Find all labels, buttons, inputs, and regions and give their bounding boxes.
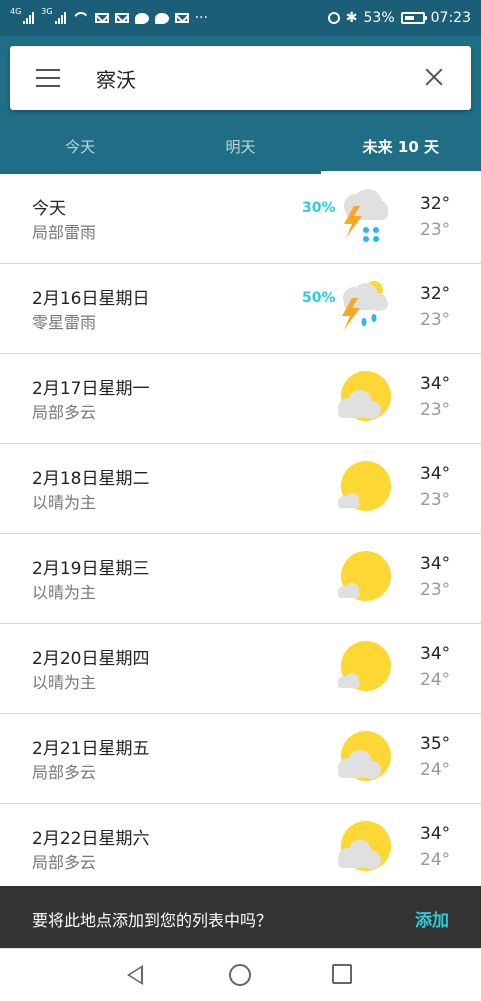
close-icon[interactable] xyxy=(419,62,449,92)
status-right: ✱ 53% 07:23 xyxy=(327,0,471,36)
scattered-thunderstorm-icon xyxy=(342,281,388,330)
forecast-row[interactable]: 2月17日星期一 局部多云 34° 23° xyxy=(0,354,481,444)
forecast-condition: 以晴为主 xyxy=(32,583,97,602)
battery-percent: 53% xyxy=(363,10,395,26)
partly-cloudy-icon xyxy=(338,821,391,871)
high-temp: 32° xyxy=(420,284,451,304)
forecast-day: 2月22日星期六 xyxy=(32,829,150,849)
forecast-day: 2月21日星期五 xyxy=(32,739,150,759)
add-button[interactable]: 添加 xyxy=(415,906,449,931)
tab-today[interactable]: 今天 xyxy=(0,120,160,174)
menu-icon[interactable] xyxy=(36,69,60,87)
forecast-row[interactable]: 2月20日星期四 以晴为主 34° 24° xyxy=(0,624,481,714)
mostly-sunny-icon xyxy=(338,461,391,511)
low-temp: 23° xyxy=(420,220,451,240)
low-temp: 23° xyxy=(420,580,451,600)
chat-icon xyxy=(134,12,149,24)
high-temp: 34° xyxy=(420,824,451,844)
back-icon[interactable] xyxy=(127,965,143,985)
forecast-row[interactable]: 2月18日星期二 以晴为主 34° 23° xyxy=(0,444,481,534)
wifi-icon xyxy=(73,12,89,24)
low-temp: 23° xyxy=(420,310,451,330)
chat-icon xyxy=(154,12,169,24)
precip-chance: 30% xyxy=(302,200,336,216)
forecast-condition: 局部多云 xyxy=(32,763,97,782)
low-temp: 24° xyxy=(420,850,451,870)
bluetooth-icon: ✱ xyxy=(345,10,358,26)
low-temp: 24° xyxy=(420,760,451,780)
signal-type-2: 3G xyxy=(41,7,53,16)
low-temp: 23° xyxy=(420,490,451,510)
low-temp: 24° xyxy=(420,670,451,690)
search-query[interactable]: 察沃 xyxy=(96,64,136,93)
forecast-condition: 局部多云 xyxy=(32,403,97,422)
app-header: 察沃 今天 明天 未来 10 天 xyxy=(0,36,481,174)
forecast-condition: 以晴为主 xyxy=(32,673,97,692)
partly-cloudy-icon xyxy=(338,731,391,781)
tab-10-days[interactable]: 未来 10 天 xyxy=(320,120,481,174)
mostly-sunny-icon xyxy=(338,641,391,691)
forecast-row[interactable]: 2月19日星期三 以晴为主 34° 23° xyxy=(0,534,481,624)
tab-tomorrow[interactable]: 明天 xyxy=(160,120,320,174)
forecast-day: 2月17日星期一 xyxy=(32,379,150,399)
forecast-row[interactable]: 2月21日星期五 局部多云 35° 24° xyxy=(0,714,481,804)
status-left: 4G 3G ··· xyxy=(10,0,208,36)
signal-type-1: 4G xyxy=(10,7,22,16)
high-temp: 35° xyxy=(420,734,451,754)
tab-bar: 今天 明天 未来 10 天 xyxy=(0,120,481,174)
low-temp: 23° xyxy=(420,400,451,420)
status-bar: 4G 3G ··· ✱ 53% 07:23 xyxy=(0,0,481,36)
alarm-icon xyxy=(327,12,340,24)
more-notifications-icon: ··· xyxy=(194,10,208,26)
snackbar-message: 要将此地点添加到您的列表中吗？ xyxy=(32,911,273,930)
mail-icon xyxy=(114,13,129,23)
clock: 07:23 xyxy=(430,10,471,26)
forecast-row[interactable]: 2月16日星期日 零星雷雨 50% 32° 23° xyxy=(0,264,481,354)
forecast-row[interactable]: 今天 局部雷雨 30% 32° 23° xyxy=(0,174,481,264)
mail-icon xyxy=(174,13,189,23)
search-card: 察沃 xyxy=(10,46,471,110)
forecast-day: 2月18日星期二 xyxy=(32,469,150,489)
forecast-day: 2月19日星期三 xyxy=(32,559,150,579)
forecast-day: 今天 xyxy=(32,199,66,219)
thunderstorm-icon xyxy=(344,189,388,242)
mostly-sunny-icon xyxy=(338,551,391,601)
forecast-condition: 局部雷雨 xyxy=(32,223,97,242)
forecast-condition: 局部多云 xyxy=(32,853,97,872)
system-nav-bar xyxy=(0,948,481,1001)
high-temp: 34° xyxy=(420,464,451,484)
battery-icon xyxy=(400,12,427,24)
recent-apps-icon[interactable] xyxy=(332,964,352,984)
high-temp: 34° xyxy=(420,644,451,664)
forecast-condition: 以晴为主 xyxy=(32,493,97,512)
forecast-condition: 零星雷雨 xyxy=(32,313,97,332)
signal-icon-2 xyxy=(54,12,67,24)
precip-chance: 50% xyxy=(302,290,336,306)
high-temp: 32° xyxy=(420,194,451,214)
signal-icon xyxy=(23,12,35,24)
mail-icon xyxy=(94,13,109,23)
home-icon[interactable] xyxy=(229,964,251,986)
forecast-list: 今天 局部雷雨 30% 32° 23° 2月16日星期日 零星雷雨 50% 32… xyxy=(0,174,481,894)
high-temp: 34° xyxy=(420,374,451,394)
partly-cloudy-icon xyxy=(338,371,391,421)
add-location-snackbar: 要将此地点添加到您的列表中吗？ 添加 xyxy=(0,886,481,948)
forecast-day: 2月16日星期日 xyxy=(32,289,150,309)
forecast-row[interactable]: 2月22日星期六 局部多云 34° 24° xyxy=(0,804,481,894)
forecast-day: 2月20日星期四 xyxy=(32,649,150,669)
high-temp: 34° xyxy=(420,554,451,574)
